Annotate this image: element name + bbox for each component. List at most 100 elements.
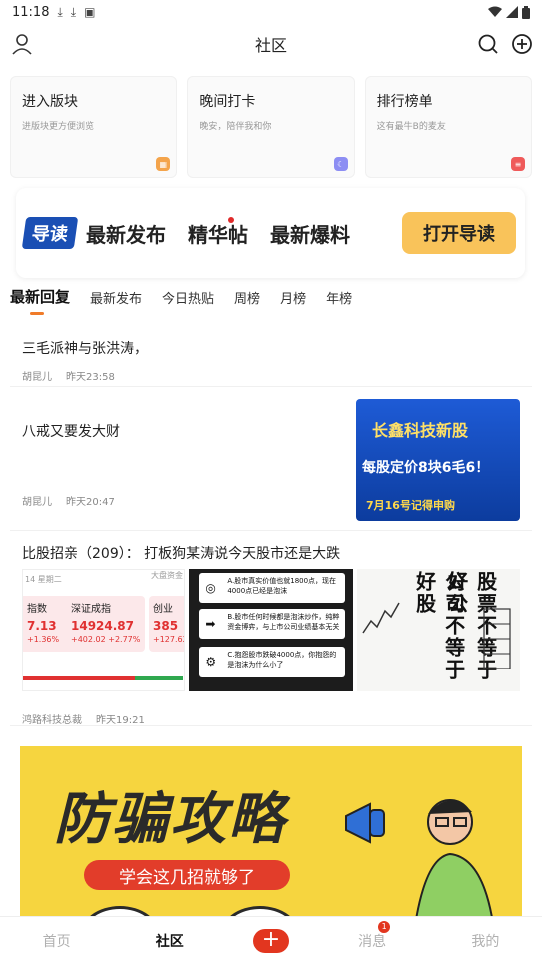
tab-yearly[interactable]: 年榜	[326, 288, 352, 307]
thumb-line: 长鑫科技新股	[372, 421, 469, 440]
card-subtitle: 这有最牛B的麦友	[376, 122, 446, 132]
moon-icon: ☾	[333, 157, 348, 171]
index-change: +127.62	[153, 635, 186, 644]
post-author[interactable]: 胡昆儿	[22, 368, 52, 383]
person-illustration	[415, 799, 493, 916]
post-images: 14 星期二 大盘资金 指数 7.13 +1.36% 深证成指 14924.87…	[22, 569, 520, 691]
post-list: 三毛派神与张洪涛， 胡昆儿 昨天23:58 八戒又要发大财 胡昆儿 昨天20:4…	[10, 326, 532, 726]
guide-logo: 导读	[21, 217, 79, 249]
market-bar	[23, 676, 183, 680]
battery-icon	[522, 5, 530, 19]
post-thumbnail[interactable]: 长鑫科技新股 每股定价8块6毛6！ 7月16号记得申购	[356, 399, 520, 521]
nav-home[interactable]: 首页	[27, 931, 87, 951]
main-content: 进入版块 进版块更方便浏览 ▦ 晚间打卡 晚安，陪伴我和你 ☾ 排行榜单 这有最…	[0, 64, 542, 916]
tab-weekly[interactable]: 周榜	[234, 288, 260, 307]
post-image-options[interactable]: ◎ A.股市真实价值也就1800点，现在4000点已经是泡沫 ➡ B.股市任何时候都…	[189, 569, 353, 691]
option-b: ➡ B.股市任何时候都是泡沫炒作，纯粹资金博弈，与上市公司业绩基本无关	[199, 609, 346, 639]
forum-icon: ▦	[156, 157, 171, 171]
nav-mine[interactable]: 我的	[455, 931, 515, 951]
post-time: 昨天19:21	[96, 715, 145, 726]
list-item[interactable]: 三毛派神与张洪涛， 胡昆儿 昨天23:58	[10, 326, 532, 387]
red-dot-icon	[228, 216, 234, 223]
index-change: +402.02 +2.77%	[71, 635, 141, 644]
post-title: 比股招亲（209）： 打板狗某涛说今天股市还是大跌	[22, 546, 341, 562]
tab-monthly[interactable]: 月榜	[280, 288, 306, 307]
card-subtitle: 晚安，陪伴我和你	[199, 122, 272, 132]
target-icon: ◎	[205, 581, 216, 595]
post-time: 昨天23:58	[66, 372, 115, 383]
option-c: ⚙ C.抱怨股市跌破4000点，你抱怨的是泡沫为什么小了	[199, 647, 346, 677]
page-title: 社区	[254, 36, 287, 55]
user-icon[interactable]	[10, 32, 34, 56]
promo-banner[interactable]: 防骗攻略 学会这几招就够了	[10, 736, 532, 916]
list-item[interactable]: 比股招亲（209）： 打板狗某涛说今天股市还是大跌 14 星期二 大盘资金 指数…	[10, 531, 532, 726]
post-meta: 胡昆儿 昨天20:47	[22, 493, 115, 508]
option-a: ◎ A.股市真实价值也就1800点，现在4000点已经是泡沫	[199, 573, 346, 603]
download-icon: ⤓	[70, 4, 77, 19]
gear-icon: ⚙	[205, 655, 217, 669]
open-guide-button[interactable]: 打开导读	[402, 212, 516, 254]
guide-banner[interactable]: 导读 最新发布 精华帖 最新爆料 打开导读	[16, 188, 525, 278]
active-tab-indicator	[30, 312, 44, 315]
index-value: 14924.87	[71, 619, 135, 633]
status-bar: 11:18 ⤓ ⤓ ▣	[0, 0, 542, 24]
index-value: 385	[153, 619, 179, 633]
index-name: 深证成指	[71, 604, 111, 615]
option-text: C.抱怨股市跌破4000点，你抱怨的是泡沫为什么小了	[227, 651, 337, 669]
cloud-shape	[220, 906, 300, 916]
card-ranking[interactable]: 排行榜单 这有最牛B的麦友 ≡	[364, 76, 532, 178]
status-time: 11:18	[12, 4, 50, 20]
megaphone-icon	[345, 802, 385, 844]
option-text: A.股市真实价值也就1800点，现在4000点已经是泡沫	[227, 577, 337, 595]
post-time: 昨天20:47	[66, 497, 115, 508]
nav-community[interactable]: 社区	[140, 931, 200, 951]
message-badge: 1	[378, 921, 391, 933]
top-bar: 社区	[0, 24, 542, 64]
post-image-text[interactable]: 公司不等于好股 股票不等于好公	[356, 569, 520, 691]
promo-subtitle: 学会这几招就够了	[84, 860, 290, 890]
tab-label: 最新回复	[10, 288, 71, 306]
thumb-line: 7月16号记得申购	[366, 499, 455, 512]
stock-chart-icon	[362, 602, 400, 634]
guide-item-news: 最新爆料	[270, 222, 350, 247]
tab-latest-post[interactable]: 最新发布	[90, 288, 142, 307]
post-image-market[interactable]: 14 星期二 大盘资金 指数 7.13 +1.36% 深证成指 14924.87…	[22, 569, 186, 691]
signal-icon	[506, 6, 518, 18]
bottom-nav: 首页 社区 + 消息 1 我的	[0, 916, 542, 965]
post-author[interactable]: 鸿路科技总裁	[22, 711, 82, 726]
tab-latest-reply[interactable]: 最新回复	[10, 286, 71, 315]
guide-item-latest: 最新发布	[86, 222, 166, 247]
feed-tabs: 最新回复 最新发布 今日热贴 周榜 月榜 年榜	[10, 286, 352, 315]
index-box: 深证成指 14924.87 +402.02 +2.77%	[67, 596, 145, 652]
wifi-icon	[488, 6, 502, 17]
nav-label: 消息	[358, 934, 387, 950]
post-title: 三毛派神与张洪涛，	[22, 341, 148, 357]
index-name: 创业	[153, 604, 173, 615]
card-forum[interactable]: 进入版块 进版块更方便浏览 ▦	[10, 76, 178, 178]
nav-messages[interactable]: 消息 1	[342, 921, 402, 951]
image-label: 大盘资金	[151, 571, 183, 580]
post-meta: 胡昆儿 昨天23:58	[22, 368, 520, 383]
card-title: 晚间打卡	[199, 94, 256, 110]
card-title: 排行榜单	[376, 94, 433, 110]
tab-hot-today[interactable]: 今日热贴	[162, 288, 214, 307]
cloud-shape	[80, 906, 160, 916]
option-text: B.股市任何时候都是泡沫炒作，纯粹资金博弈，与上市公司业绩基本无关	[227, 613, 340, 631]
card-checkin[interactable]: 晚间打卡 晚安，陪伴我和你 ☾	[187, 76, 355, 178]
arrow-icon: ➡	[205, 617, 216, 631]
list-item[interactable]: 八戒又要发大财 胡昆儿 昨天20:47 长鑫科技新股 每股定价8块6毛6！ 7月…	[10, 387, 532, 531]
nav-plus-button[interactable]: +	[252, 929, 289, 953]
card-title: 进入版块	[22, 94, 78, 110]
guide-item-featured: 精华帖	[188, 216, 248, 248]
search-icon[interactable]	[476, 32, 500, 56]
image-date: 14 星期二	[25, 575, 62, 584]
index-box: 创业 385 +127.62	[149, 596, 185, 652]
a-icon: ▣	[84, 5, 96, 19]
thumb-line: 每股定价8块6毛6！	[362, 460, 490, 476]
download-icon: ⤓	[57, 4, 63, 19]
promo-image: 防骗攻略 学会这几招就够了	[20, 746, 522, 916]
post-author[interactable]: 胡昆儿	[22, 493, 52, 508]
ranking-icon: ≡	[510, 157, 525, 171]
add-icon[interactable]	[510, 32, 534, 56]
promo-title: 防骗攻略	[54, 787, 286, 852]
